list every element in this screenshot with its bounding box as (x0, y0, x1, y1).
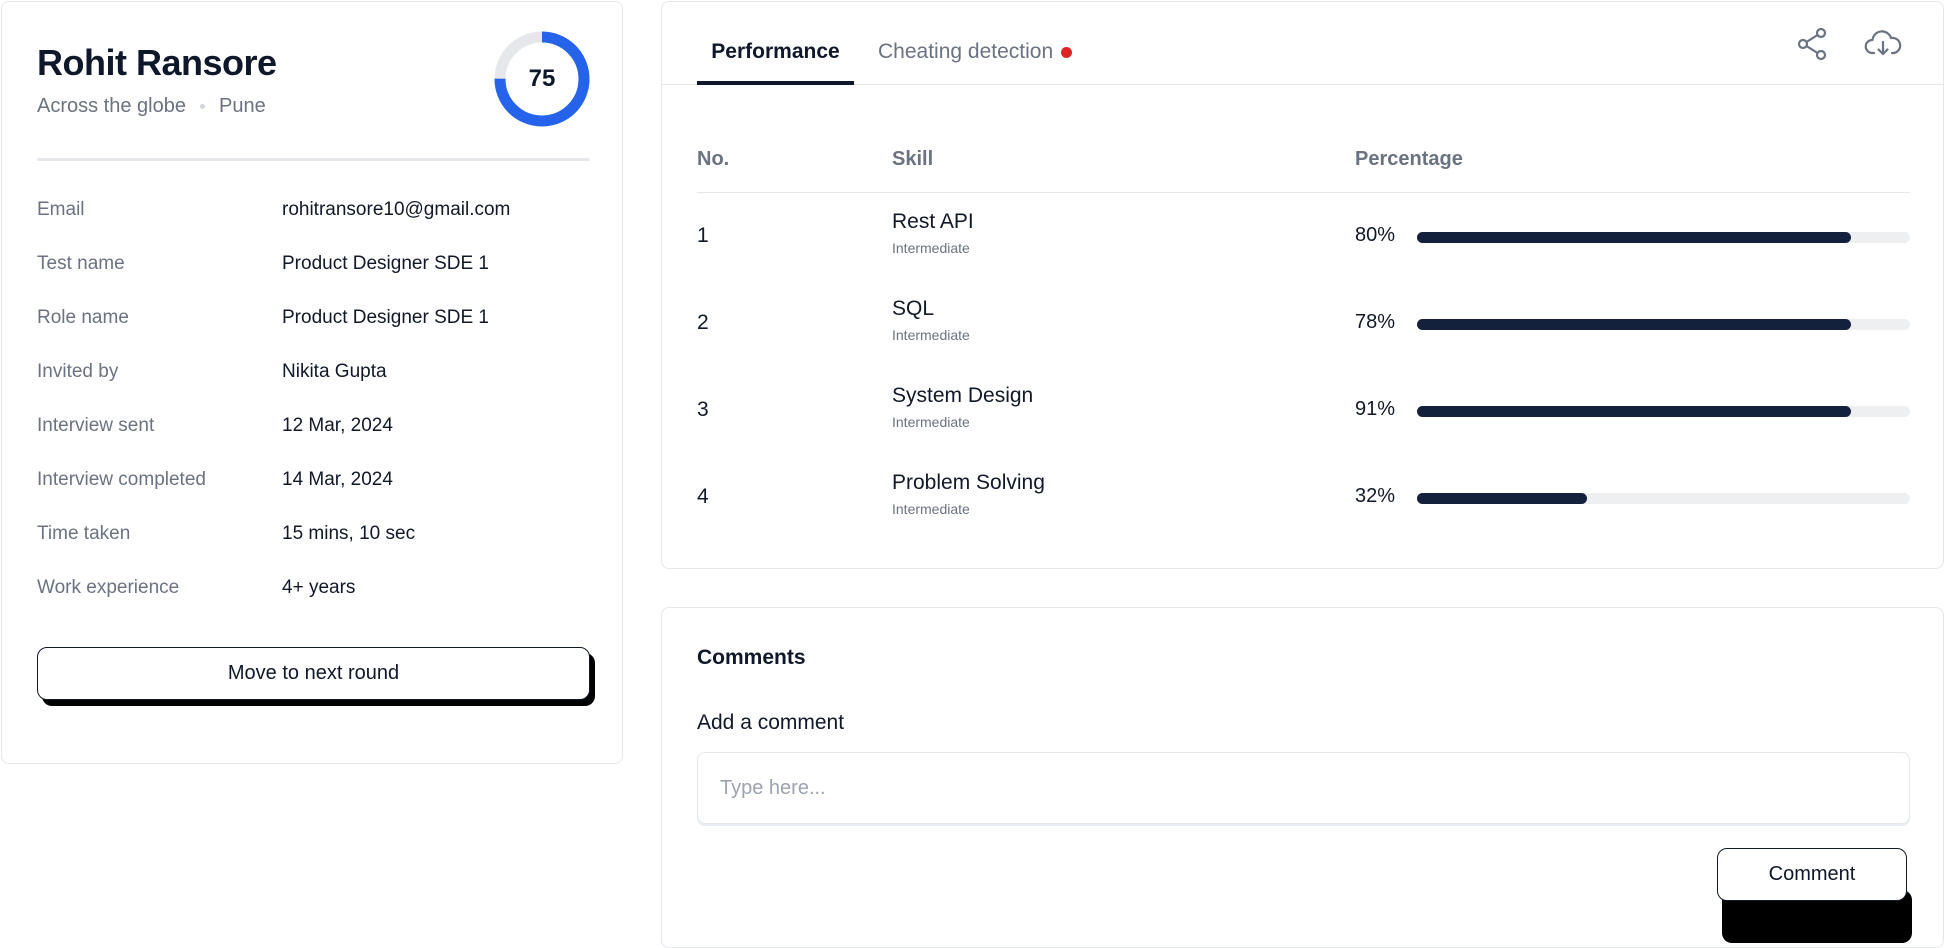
progress-bar-track (1417, 406, 1910, 417)
skill-name: Problem Solving (892, 471, 1045, 494)
detail-value: 14 Mar, 2024 (282, 469, 393, 490)
detail-row-time-taken: Time taken 15 mins, 10 sec (37, 519, 590, 549)
table-row: 3 System Design Intermediate 91% (697, 376, 1910, 446)
skill-level: Intermediate (892, 414, 970, 430)
detail-label: Interview sent (37, 415, 155, 436)
row-number: 1 (697, 224, 709, 247)
detail-label: Interview completed (37, 469, 206, 490)
table-row: 2 SQL Intermediate 78% (697, 289, 1910, 359)
detail-label: Email (37, 199, 85, 220)
detail-label: Role name (37, 307, 129, 328)
progress-bar-fill (1417, 232, 1851, 243)
cloud-download-icon[interactable] (1863, 24, 1903, 64)
skill-level: Intermediate (892, 327, 970, 343)
performance-card: Performance Cheating detection No. Skill… (661, 1, 1944, 569)
comment-input[interactable] (697, 752, 1910, 824)
detail-value: Product Designer SDE 1 (282, 253, 489, 274)
candidate-profile-card: Rohit Ransore Across the globe Pune 75 E… (1, 1, 623, 764)
tab-performance[interactable]: Performance (697, 40, 854, 85)
detail-row-interview-sent: Interview sent 12 Mar, 2024 (37, 411, 590, 441)
score-ring: 75 (494, 31, 590, 127)
column-header-percentage: Percentage (1355, 148, 1463, 170)
detail-row-test-name: Test name Product Designer SDE 1 (37, 249, 590, 279)
candidate-location: Across the globe Pune (37, 95, 266, 118)
skill-percentage: 32% (1355, 485, 1396, 507)
table-row: 4 Problem Solving Intermediate 32% (697, 463, 1910, 533)
skill-percentage: 78% (1355, 311, 1396, 333)
alert-dot-icon (1061, 47, 1073, 58)
detail-value: 15 mins, 10 sec (282, 523, 416, 544)
detail-value: Nikita Gupta (282, 361, 387, 382)
location-city: Pune (218, 95, 266, 117)
skill-level: Intermediate (892, 501, 970, 517)
row-number: 4 (697, 485, 709, 508)
skill-percentage: 91% (1355, 398, 1396, 420)
detail-label: Work experience (37, 577, 180, 598)
detail-value: 4+ years (282, 577, 356, 598)
skill-name: SQL (892, 297, 935, 320)
row-number: 2 (697, 311, 709, 334)
progress-bar-track (1417, 232, 1910, 243)
comments-title: Comments (697, 646, 806, 669)
detail-row-role-name: Role name Product Designer SDE 1 (37, 303, 590, 333)
comments-card: Comments Add a comment Comment (661, 607, 1944, 948)
score-value: 75 (528, 65, 556, 92)
detail-value: Product Designer SDE 1 (282, 307, 489, 328)
skill-name: System Design (892, 384, 1034, 407)
skill-level: Intermediate (892, 240, 970, 256)
skill-percentage: 80% (1355, 224, 1396, 246)
separator-dot (199, 104, 205, 109)
progress-bar-fill (1417, 406, 1851, 417)
skill-name: Rest API (892, 210, 974, 233)
progress-bar-track (1417, 319, 1910, 330)
table-row: 1 Rest API Intermediate 80% (697, 202, 1910, 272)
add-comment-label: Add a comment (697, 711, 845, 734)
column-header-skill: Skill (892, 148, 934, 170)
table-header-divider (697, 192, 1910, 193)
detail-label: Time taken (37, 523, 131, 544)
candidate-name: Rohit Ransore (37, 42, 277, 83)
detail-value: rohitransore10@gmail.com (282, 199, 511, 220)
detail-value: 12 Mar, 2024 (282, 415, 393, 436)
detail-row-email: Email rohitransore10@gmail.com (37, 195, 590, 225)
tab-cheating-detection-label: Cheating detection (878, 40, 1054, 63)
row-number: 3 (697, 398, 709, 421)
detail-label: Invited by (37, 361, 119, 382)
profile-divider (37, 158, 590, 161)
detail-row-interview-completed: Interview completed 14 Mar, 2024 (37, 465, 590, 495)
move-to-next-round-button[interactable]: Move to next round (37, 647, 590, 700)
tab-cheating-detection[interactable]: Cheating detection (878, 40, 1073, 84)
share-icon[interactable] (1792, 24, 1832, 64)
column-header-no: No. (697, 148, 730, 170)
detail-row-invited-by: Invited by Nikita Gupta (37, 357, 590, 387)
detail-label: Test name (37, 253, 125, 274)
comment-button[interactable]: Comment (1717, 848, 1907, 901)
progress-bar-track (1417, 493, 1910, 504)
progress-bar-fill (1417, 319, 1851, 330)
detail-row-work-experience: Work experience 4+ years (37, 573, 590, 603)
location-type: Across the globe (37, 95, 186, 117)
tab-bar: Performance Cheating detection (662, 2, 1943, 85)
progress-bar-fill (1417, 493, 1588, 504)
